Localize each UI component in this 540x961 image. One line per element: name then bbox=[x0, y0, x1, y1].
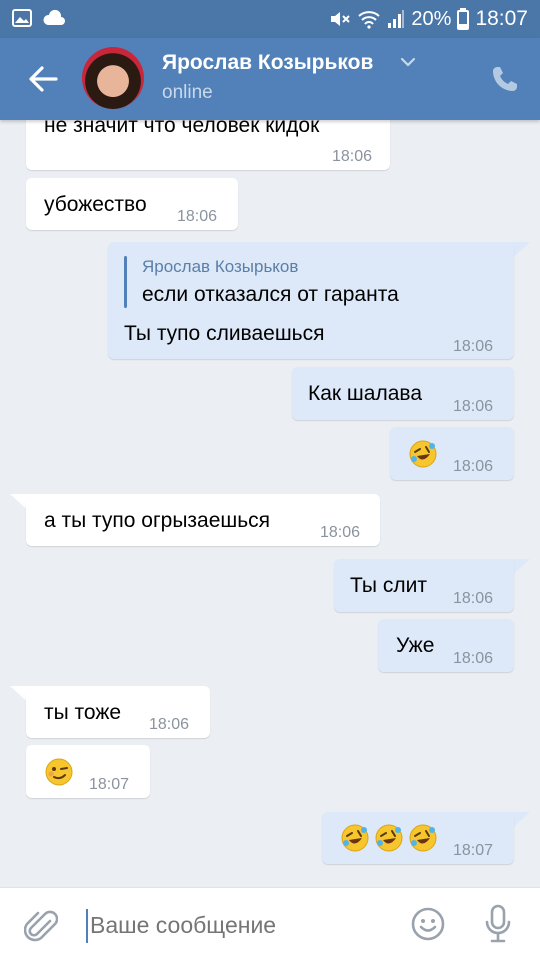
message-time: 18:06 bbox=[453, 590, 494, 607]
reply-quote-bar bbox=[124, 256, 127, 308]
message-incoming-emoji[interactable]: 18:07 bbox=[26, 745, 150, 798]
reply-quote-text: если отказался от гаранта bbox=[142, 283, 399, 306]
battery-icon bbox=[457, 8, 470, 30]
message-outgoing-reply[interactable]: Ярослав Козырьков если отказался от гара… bbox=[108, 242, 514, 359]
message-time: 18:06 bbox=[453, 338, 494, 355]
back-arrow-icon[interactable] bbox=[26, 62, 60, 96]
message-text: Ты тупо сливаешься bbox=[124, 322, 325, 345]
cloud-icon bbox=[43, 9, 65, 25]
message-time: 18:06 bbox=[177, 208, 218, 225]
message-text: Уже bbox=[396, 634, 435, 657]
message-time: 18:06 bbox=[149, 716, 190, 733]
contact-presence: online bbox=[162, 82, 213, 103]
wifi-icon bbox=[358, 11, 381, 29]
rolling-on-floor-laughing-icon bbox=[409, 824, 437, 852]
message-outgoing[interactable]: Как шалава 18:06 bbox=[292, 367, 514, 420]
message-text: Ты слит bbox=[350, 574, 427, 597]
paperclip-icon[interactable] bbox=[24, 907, 58, 945]
status-clock: 18:07 bbox=[475, 7, 528, 30]
message-time: 18:07 bbox=[453, 842, 494, 859]
rolling-on-floor-laughing-icon bbox=[409, 440, 437, 468]
battery-percent: 20% bbox=[411, 7, 452, 30]
mute-icon bbox=[331, 12, 351, 26]
signal-icon bbox=[388, 10, 405, 28]
message-time: 18:07 bbox=[89, 776, 130, 793]
message-input[interactable] bbox=[90, 912, 390, 939]
message-time: 18:06 bbox=[453, 650, 494, 667]
reply-quote-author[interactable]: Ярослав Козырьков bbox=[142, 254, 298, 280]
rolling-on-floor-laughing-icon bbox=[375, 824, 403, 852]
message-outgoing[interactable]: Уже 18:06 bbox=[378, 619, 514, 672]
message-incoming[interactable]: ты тоже 18:06 bbox=[26, 686, 210, 738]
chat-header: Ярослав Козырьков online bbox=[0, 38, 540, 120]
gallery-icon bbox=[12, 9, 32, 27]
phone-icon[interactable] bbox=[490, 64, 520, 94]
message-text: убожество bbox=[44, 193, 147, 216]
message-text: Как шалава bbox=[308, 382, 422, 405]
emoji-icon[interactable] bbox=[410, 906, 446, 942]
chevron-down-icon[interactable] bbox=[400, 56, 416, 68]
text-cursor bbox=[86, 909, 88, 943]
message-incoming[interactable]: убожество 18:06 bbox=[26, 178, 238, 230]
message-time: 18:06 bbox=[331, 148, 372, 165]
contact-avatar[interactable] bbox=[82, 47, 144, 109]
microphone-icon[interactable] bbox=[484, 904, 512, 944]
rolling-on-floor-laughing-icon bbox=[341, 824, 369, 852]
message-outgoing[interactable]: Ты слит 18:06 bbox=[334, 559, 514, 612]
message-time: 18:06 bbox=[453, 458, 494, 475]
contact-name[interactable]: Ярослав Козырьков bbox=[162, 51, 373, 75]
winking-face-icon bbox=[45, 758, 73, 786]
status-bar: 20% 18:07 bbox=[0, 0, 540, 38]
message-time: 18:06 bbox=[453, 398, 494, 415]
message-time: 18:06 bbox=[320, 524, 361, 541]
message-text: а ты тупо огрызаешься bbox=[44, 509, 271, 532]
message-incoming[interactable]: а ты тупо огрызаешься 18:06 bbox=[26, 494, 380, 546]
message-composer bbox=[0, 887, 540, 961]
message-text: ты тоже bbox=[44, 701, 122, 724]
message-outgoing-emoji[interactable]: 18:06 bbox=[390, 427, 514, 480]
message-outgoing-emoji[interactable]: 18:07 bbox=[322, 812, 514, 864]
